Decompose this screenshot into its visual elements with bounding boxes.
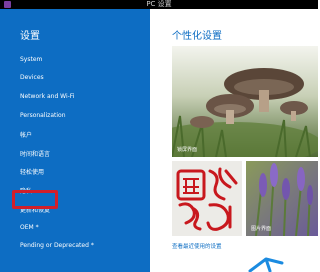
sidebar-item-time-language[interactable]: 时间和语言 [20, 149, 50, 158]
seal-tile[interactable] [172, 161, 242, 236]
logo-icon [248, 257, 284, 272]
chinese-seal-photo-icon [172, 161, 242, 236]
sidebar-item-ease-of-access[interactable]: 轻松使用 [20, 167, 44, 176]
highlight-box [12, 190, 58, 209]
sidebar-item-devices[interactable]: Devices [20, 74, 44, 81]
page-title: 个性化设置 [172, 31, 222, 42]
sidebar-item-oem[interactable]: OEM * [20, 224, 39, 231]
sidebar: 设置 System Devices Network and Wi-Fi Pers… [0, 9, 150, 272]
sidebar-title: 设置 [20, 31, 40, 42]
window-title: PC 设置 [146, 0, 172, 8]
recent-settings-link[interactable]: 查看最近使用的设置 [172, 242, 222, 250]
title-bar: PC 设置 [0, 0, 318, 9]
sidebar-item-network[interactable]: Network and Wi-Fi [20, 93, 74, 100]
mushroom-photo-icon [172, 46, 318, 157]
main-content: 个性化设置 锁屏界面 图片界面 查看最近使用的设置 [150, 9, 318, 272]
lock-screen-caption: 锁屏界面 [177, 147, 198, 153]
sidebar-item-pending[interactable]: Pending or Deprecated * [20, 242, 94, 249]
picture-caption: 图片界面 [251, 226, 272, 232]
sidebar-item-personalization[interactable]: Personalization [20, 112, 66, 119]
sidebar-item-accounts[interactable]: 帐户 [20, 130, 32, 139]
sidebar-item-system[interactable]: System [20, 56, 42, 63]
picture-tile[interactable]: 图片界面 [246, 161, 318, 236]
lock-screen-tile[interactable]: 锁屏界面 [172, 46, 318, 157]
